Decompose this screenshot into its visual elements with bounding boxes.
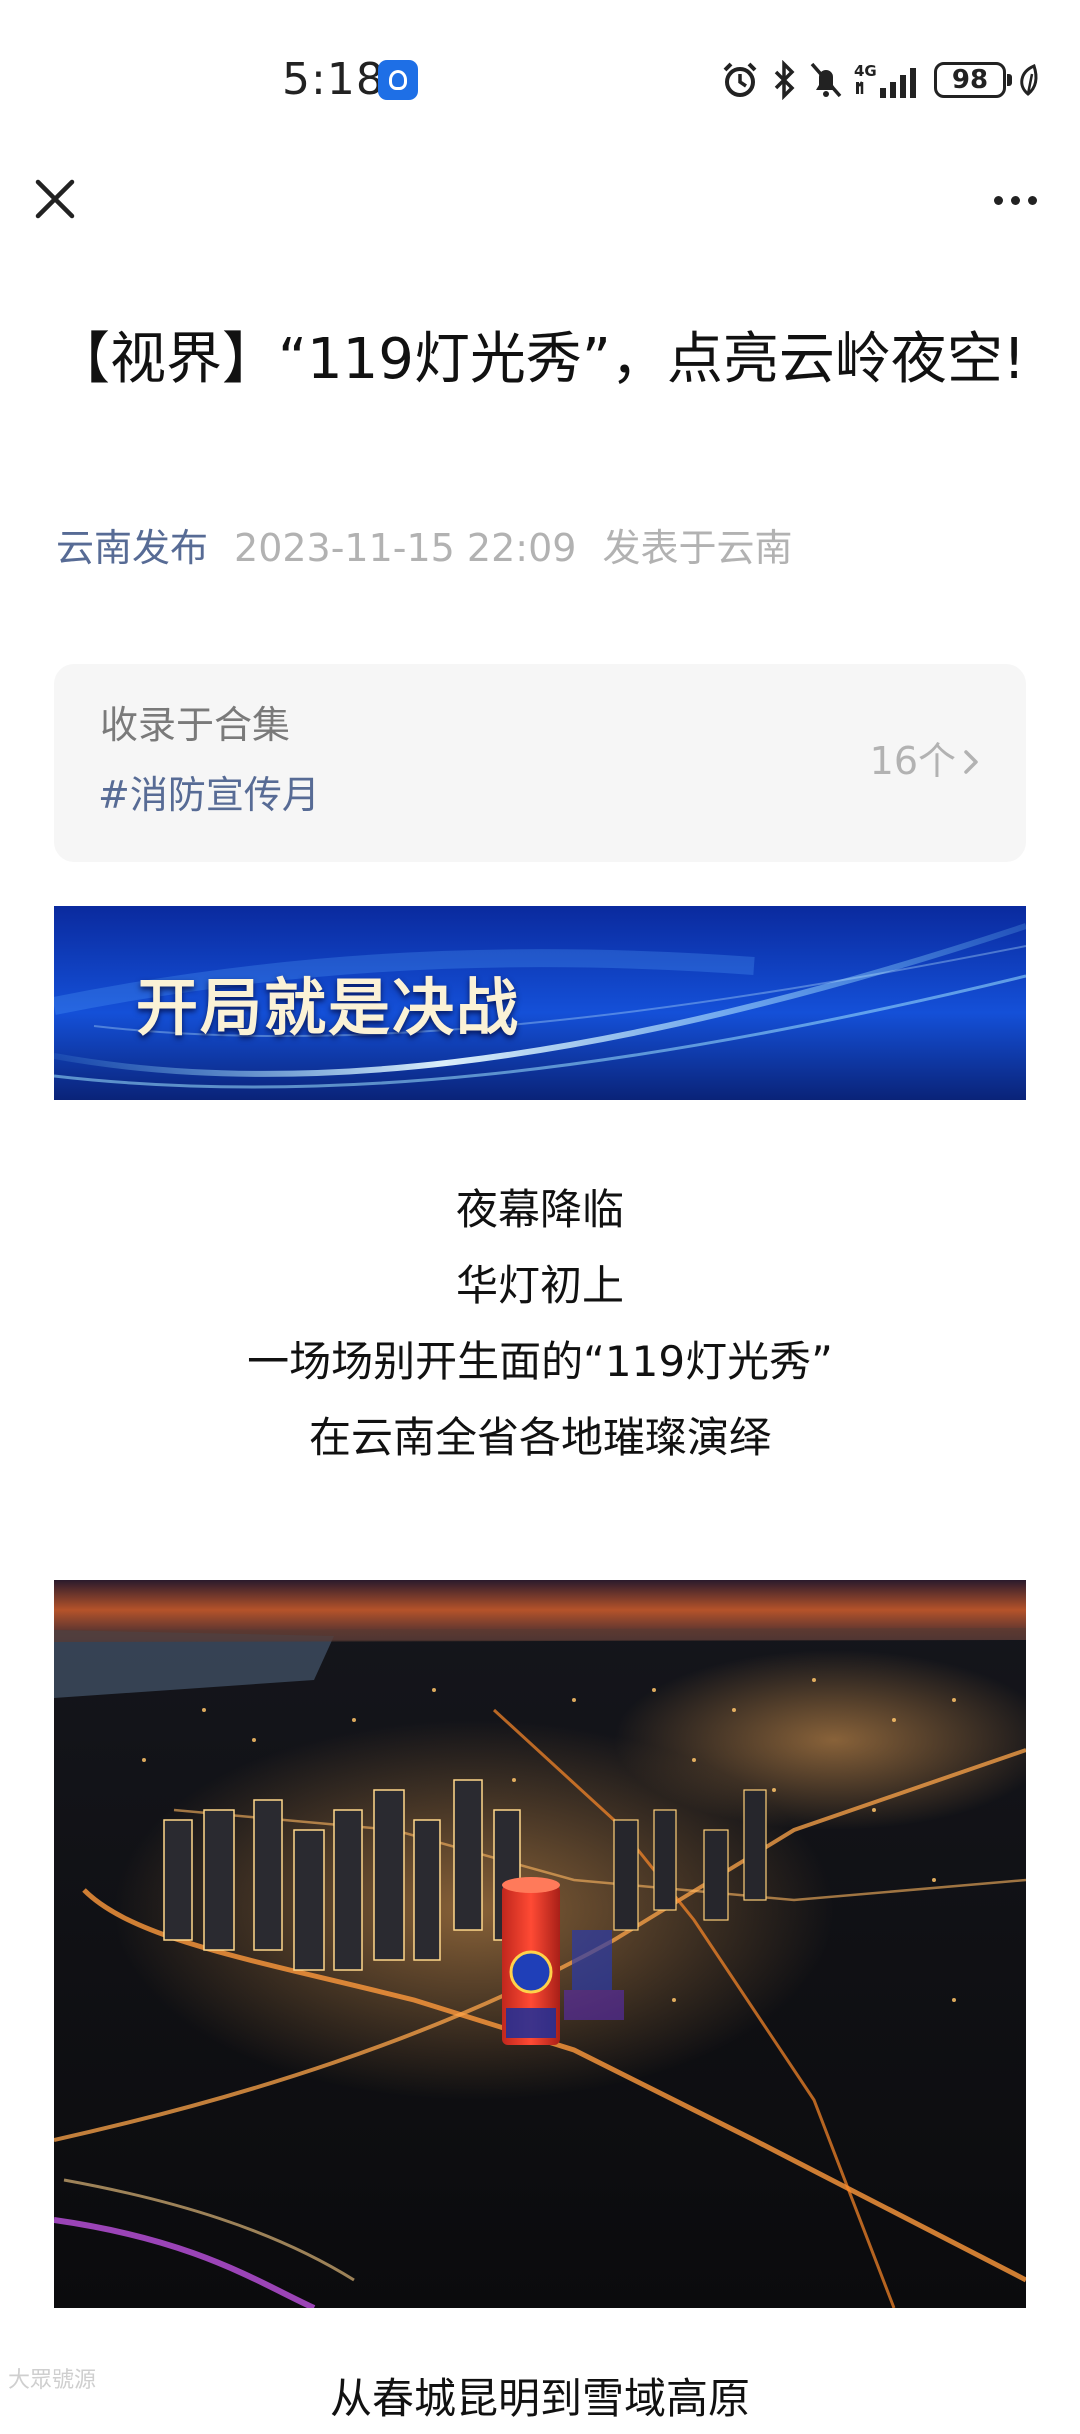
mute-icon xyxy=(810,62,842,98)
night-city-photo[interactable] xyxy=(54,1580,1026,2308)
collection-label: 收录于合集 xyxy=(100,703,291,747)
poem-line-3: 一场场别开生面的“119灯光秀” xyxy=(247,1337,833,1386)
banner-image: 开局就是决战 xyxy=(54,906,1026,1100)
nav-bar xyxy=(0,150,1080,250)
system-icons: 4G 98 xyxy=(720,56,1040,104)
publish-location: 发表于云南 xyxy=(602,526,793,570)
more-icon[interactable] xyxy=(980,178,1050,222)
poem-line-1: 夜幕降临 xyxy=(455,1185,624,1234)
poem-line-2: 华灯初上 xyxy=(455,1261,624,1310)
publish-date: 2023-11-15 22:09 xyxy=(234,526,577,570)
night-city-scene xyxy=(54,1580,1026,2308)
battery-icon: 98 xyxy=(934,62,1012,98)
status-time: 5:18 xyxy=(282,54,385,105)
article-meta: 云南发布 2023-11-15 22:09 发表于云南 xyxy=(56,520,792,576)
collection-count: 16个 xyxy=(869,739,956,783)
network-type: 4G xyxy=(854,62,877,80)
banner-text: 开局就是决战 xyxy=(136,971,521,1044)
alarm-icon xyxy=(723,62,757,97)
bluetooth-icon xyxy=(774,60,795,100)
signal-icon: 4G xyxy=(854,62,916,98)
close-icon[interactable] xyxy=(28,172,82,226)
collection-tag[interactable]: #消防宣传月 xyxy=(98,768,320,822)
article-title: 【视界】“119灯光秀”，点亮云岭夜空! xyxy=(54,327,1026,392)
author-link[interactable]: 云南发布 xyxy=(56,526,208,570)
leaf-icon xyxy=(1020,63,1038,96)
app-notification-icon xyxy=(378,60,418,100)
watermark-logo: 大眾號源 xyxy=(8,2368,97,2393)
collection-card[interactable]: 收录于合集 #消防宣传月 16个 xyxy=(54,664,1026,862)
article-paragraph: 从春城昆明到雪域高原 xyxy=(329,2374,750,2423)
chevron-right-icon xyxy=(964,750,978,774)
poem-line-4: 在云南全省各地璀璨演绎 xyxy=(308,1413,771,1462)
status-bar: 5:18 4G 98 xyxy=(0,0,1080,150)
poem-block: 夜幕降临 华灯初上 一场场别开生面的“119灯光秀” 在云南全省各地璀璨演绎 xyxy=(0,1172,1080,1476)
